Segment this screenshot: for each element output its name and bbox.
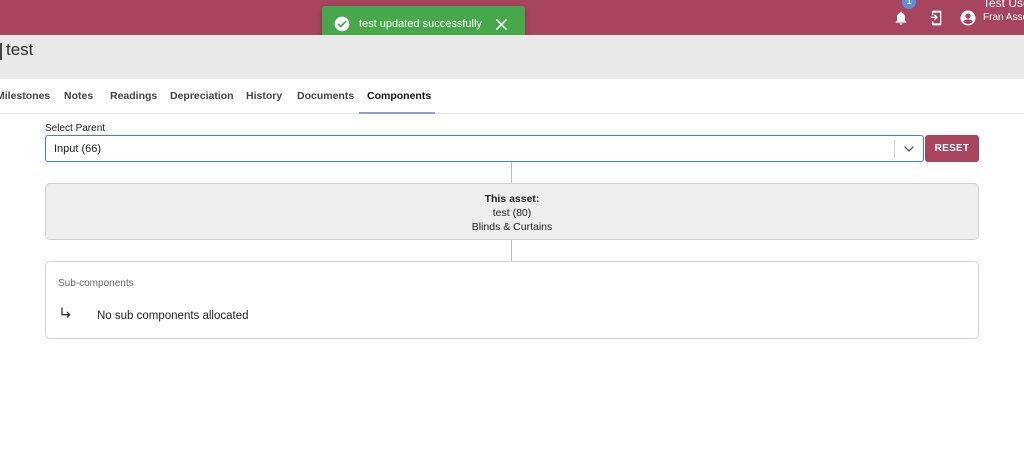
sub-components-title: Sub-components	[58, 278, 134, 289]
mobile-device-icon	[930, 10, 942, 25]
select-parent-value: Input (66)	[54, 143, 102, 155]
select-parent-label: Select Parent	[45, 123, 106, 134]
user-organisation: Fran Asse	[983, 12, 1024, 23]
tab-notes[interactable]: Notes	[64, 79, 93, 114]
bell-icon	[895, 11, 907, 25]
asset-name: test (80)	[492, 207, 532, 219]
check-circle-icon	[334, 16, 350, 32]
tab-components[interactable]: Components	[367, 79, 431, 114]
account-circle-icon	[960, 10, 976, 25]
tab-bar: Milestones Notes Readings Depreciation H…	[0, 79, 1024, 114]
chevron-down-icon[interactable]	[901, 141, 917, 157]
tab-milestones[interactable]: Milestones	[0, 79, 50, 114]
tab-depreciation[interactable]: Depreciation	[170, 79, 234, 114]
select-divider	[894, 140, 895, 158]
asset-category: Blinds & Curtains	[471, 221, 553, 233]
user-info[interactable]: Test Use Fran Asse	[983, 0, 1024, 24]
page-header: test	[0, 35, 1024, 79]
tab-documents[interactable]: Documents	[297, 79, 354, 114]
active-tab-indicator	[359, 112, 435, 114]
tree-connector-top	[511, 162, 512, 183]
tab-history[interactable]: History	[246, 79, 282, 114]
device-button[interactable]	[926, 0, 946, 35]
title-accent-bar	[0, 43, 2, 60]
user-name: Test Use	[983, 0, 1024, 10]
toast-message: test updated successfully	[359, 18, 482, 30]
reset-button[interactable]: RESET	[925, 135, 979, 162]
page-title: test	[6, 40, 34, 59]
toast-close-button[interactable]	[489, 12, 513, 36]
subdirectory-arrow-icon	[61, 307, 71, 318]
sub-components-empty-message: No sub components allocated	[97, 310, 249, 322]
close-icon	[495, 18, 507, 30]
tree-connector-bottom	[511, 240, 512, 261]
notification-count-badge: 1	[902, 0, 916, 9]
account-button[interactable]	[957, 0, 979, 35]
asset-heading: This asset:	[484, 193, 540, 205]
sub-components-card: Sub-components No sub components allocat…	[45, 261, 979, 339]
tab-readings[interactable]: Readings	[110, 79, 157, 114]
select-parent-dropdown[interactable]: Input (66)	[45, 135, 924, 162]
this-asset-card: This asset: test (80) Blinds & Curtains	[45, 183, 979, 240]
